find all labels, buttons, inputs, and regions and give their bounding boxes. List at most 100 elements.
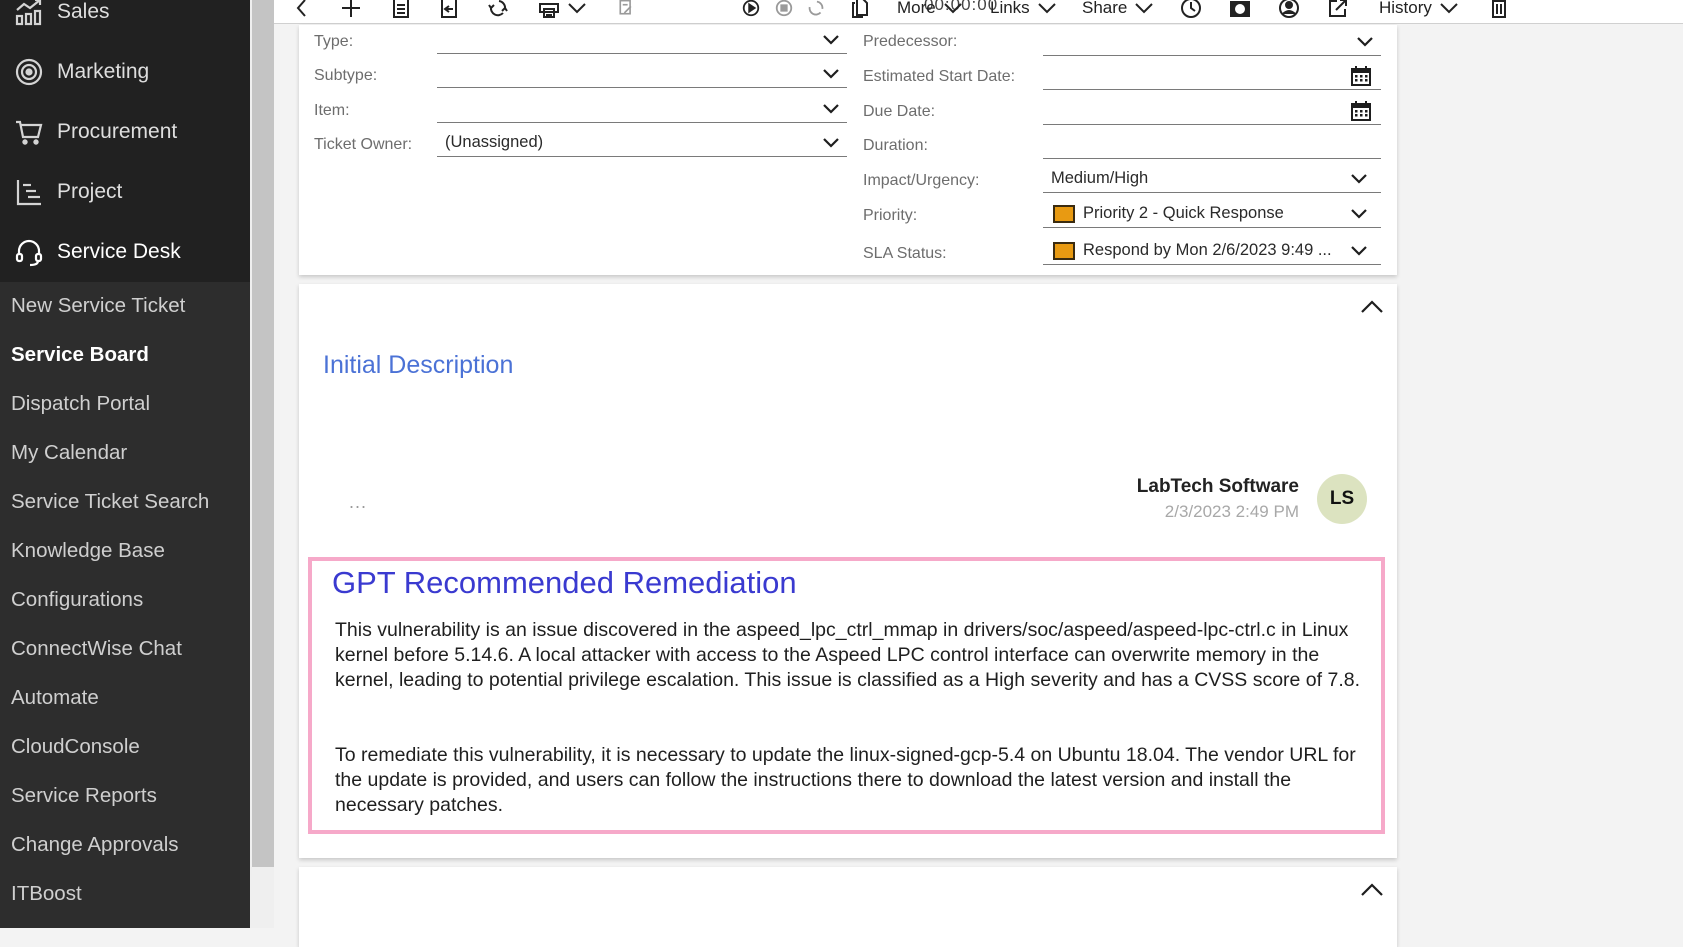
section-title: Initial Description: [323, 351, 514, 379]
chevron-down-icon[interactable]: [1349, 204, 1369, 224]
subtype-select[interactable]: [437, 60, 847, 88]
next-section-card: [299, 867, 1397, 947]
chevron-left-icon: [296, 0, 306, 17]
calendar-icon[interactable]: [1349, 99, 1373, 123]
links-menu[interactable]: Links: [990, 0, 1058, 20]
edit-document-icon: [619, 0, 632, 15]
user-circle-icon: [1279, 0, 1299, 18]
sla-status-select[interactable]: Respond by Mon 2/6/2023 9:49 ...: [1043, 237, 1381, 265]
duration-label: Duration:: [863, 137, 928, 154]
more-label: More: [897, 0, 936, 17]
collapse-button[interactable]: [1359, 880, 1387, 902]
ticket-owner-select[interactable]: (Unassigned): [437, 129, 847, 157]
nav-knowledge-base[interactable]: Knowledge Base: [11, 539, 165, 563]
open-external-button[interactable]: [1327, 0, 1349, 20]
chevron-down-icon[interactable]: [821, 64, 841, 84]
module-label: Project: [57, 180, 123, 203]
collapse-button[interactable]: [1359, 297, 1387, 319]
ticket-details-card: Type: Subtype: Item: Ticket Owner: (Unas…: [299, 25, 1397, 275]
nav-service-ticket-search[interactable]: Service Ticket Search: [11, 490, 209, 514]
import-button[interactable]: [438, 0, 460, 20]
module-service-desk[interactable]: Service Desk: [0, 224, 250, 280]
nav-automate[interactable]: Automate: [11, 686, 99, 710]
back-button[interactable]: [291, 0, 313, 20]
more-menu[interactable]: More: [897, 0, 964, 20]
nav-service-board[interactable]: Service Board: [11, 343, 149, 367]
module-label: Procurement: [57, 120, 178, 143]
nav-dispatch-portal[interactable]: Dispatch Portal: [11, 392, 150, 416]
sla-status-label: SLA Status:: [863, 245, 947, 262]
item-select[interactable]: [437, 95, 847, 123]
module-procurement[interactable]: Procurement: [0, 104, 250, 160]
impact-urgency-select[interactable]: Medium/High: [1043, 165, 1381, 193]
cart-icon: [13, 116, 45, 148]
type-select[interactable]: [437, 26, 847, 54]
gpt-paragraph-remediation: To remediate this vulnerability, it is n…: [335, 744, 1356, 816]
nav-connectwise-chat[interactable]: ConnectWise Chat: [11, 637, 182, 661]
project-gantt-icon: [13, 176, 45, 208]
delete-button[interactable]: [1488, 0, 1510, 20]
nav-service-reports[interactable]: Service Reports: [11, 784, 157, 808]
import-icon: [441, 0, 457, 18]
predecessor-label: Predecessor:: [863, 33, 958, 50]
calendar-icon[interactable]: [1349, 64, 1373, 88]
ticket-toolbar: 00:00:00 More Links Share History: [274, 0, 1683, 24]
reset-icon: [808, 0, 824, 16]
screenshot-button[interactable]: [1229, 0, 1251, 20]
notes-button[interactable]: [390, 0, 412, 20]
new-ticket-button[interactable]: [340, 0, 362, 20]
due-date-label: Due Date:: [863, 103, 936, 120]
subtype-label: Subtype:: [314, 67, 378, 84]
chevron-up-icon: [1361, 883, 1383, 896]
estimated-start-date-input[interactable]: [1043, 62, 1381, 90]
history-label: History: [1379, 0, 1432, 17]
schedule-button[interactable]: [1180, 0, 1202, 20]
time-entry-button[interactable]: [617, 0, 635, 20]
chevron-up-icon: [1361, 300, 1383, 313]
duration-input[interactable]: [1043, 131, 1381, 159]
priority-select[interactable]: Priority 2 - Quick Response: [1043, 200, 1381, 228]
copy-button[interactable]: [849, 0, 871, 20]
module-project[interactable]: Project: [0, 164, 250, 220]
chevron-down-icon[interactable]: [821, 99, 841, 119]
headset-icon: [13, 236, 45, 268]
document-icon: [393, 0, 409, 18]
chevron-down-icon: [568, 3, 586, 14]
chevron-down-icon[interactable]: [1349, 241, 1369, 261]
priority-color-swatch: [1053, 204, 1075, 223]
module-sales[interactable]: Sales: [0, 0, 250, 40]
nav-itboost[interactable]: ITBoost: [11, 882, 82, 906]
nav-change-approvals[interactable]: Change Approvals: [11, 833, 179, 857]
sla-color-swatch: [1053, 241, 1075, 260]
gpt-paragraph-vulnerability: This vulnerability is an issue discovere…: [335, 619, 1361, 691]
share-menu[interactable]: Share: [1082, 0, 1155, 20]
history-menu[interactable]: History: [1379, 0, 1460, 20]
nav-new-service-ticket[interactable]: New Service Ticket: [11, 294, 185, 318]
gpt-remediation-box: GPT Recommended Remediation This vulnera…: [308, 557, 1385, 834]
nav-cloudconsole[interactable]: CloudConsole: [11, 735, 140, 759]
print-button[interactable]: [538, 0, 588, 20]
chevron-down-icon[interactable]: [1349, 169, 1369, 189]
nav-my-calendar[interactable]: My Calendar: [11, 441, 127, 465]
module-marketing[interactable]: Marketing: [0, 44, 250, 100]
timer-reset-button[interactable]: [806, 0, 826, 20]
chevron-down-icon: [1135, 3, 1154, 14]
sidebar-scrollbar-thumb[interactable]: [252, 0, 274, 867]
predecessor-select[interactable]: [1043, 28, 1381, 56]
target-icon: [13, 56, 45, 88]
external-link-icon: [1329, 0, 1347, 17]
nav-configurations[interactable]: Configurations: [11, 588, 143, 612]
refresh-button[interactable]: [487, 0, 509, 20]
chevron-down-icon: [1037, 3, 1056, 14]
chevron-down-icon: [1440, 3, 1458, 14]
contact-button[interactable]: [1278, 0, 1300, 20]
due-date-input[interactable]: [1043, 97, 1381, 125]
timer-stop-button[interactable]: [774, 0, 794, 20]
chevron-down-icon[interactable]: [821, 133, 841, 153]
timer-start-button[interactable]: [741, 0, 761, 20]
module-label: Sales: [57, 0, 110, 23]
more-options-button[interactable]: ...: [349, 492, 367, 513]
chevron-down-icon[interactable]: [1355, 32, 1375, 52]
priority-label: Priority:: [863, 207, 918, 224]
chevron-down-icon[interactable]: [821, 30, 841, 50]
